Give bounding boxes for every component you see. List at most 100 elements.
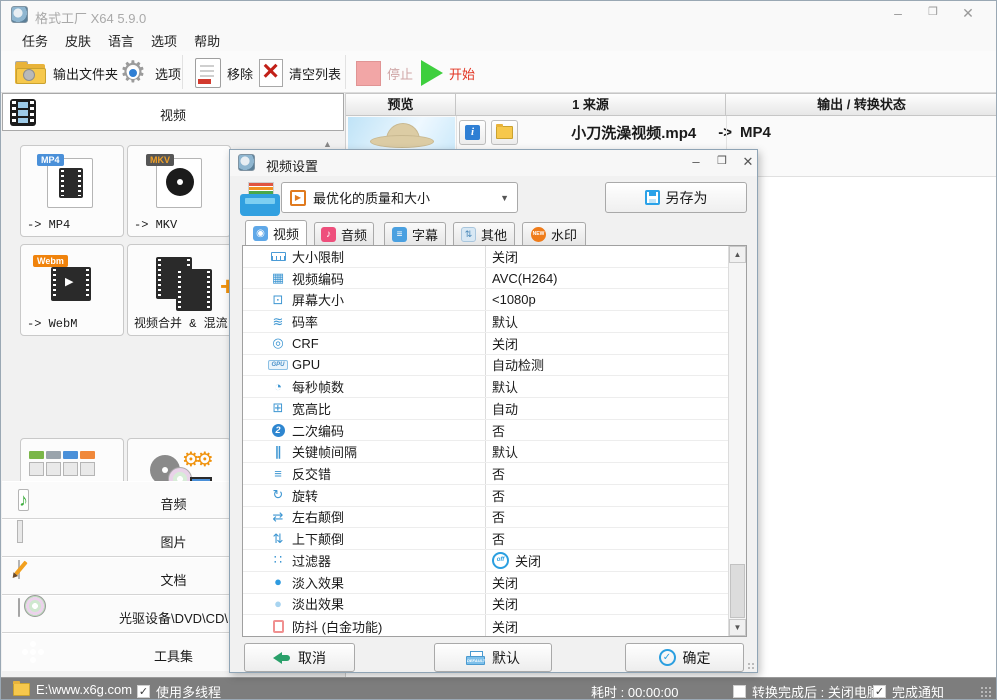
setting-row-flip-horizontal[interactable]: ⇄ 左右颠倒 否: [243, 507, 746, 529]
setting-row-aspect-ratio[interactable]: ⊞ 宽高比 自动: [243, 398, 746, 420]
reel-icon: [166, 168, 194, 196]
atom-icon: ◎: [272, 335, 284, 351]
preview-thumbnail[interactable]: [348, 117, 455, 149]
chevron-down-icon: ▼: [500, 192, 509, 203]
sidebar-section-video[interactable]: 视频: [2, 93, 344, 131]
dialog-resize-grip[interactable]: [747, 662, 755, 670]
settings-table: 大小限制 关闭 ▦ 视频编码 AVC(H264) ⊡ 屏幕大小 <1080p ≋…: [242, 245, 747, 637]
cancel-button[interactable]: 取消: [244, 643, 355, 672]
clear-list-label: 清空列表: [289, 66, 342, 82]
card-to-mkv[interactable]: MKV -> MKV: [127, 145, 231, 237]
start-label: 开始: [449, 66, 476, 82]
options-button[interactable]: ⚙ 选项: [117, 57, 181, 89]
setting-row-gpu[interactable]: GPU GPU 自动检测: [243, 355, 746, 377]
cards-scroll-up-icon[interactable]: ▲: [323, 139, 332, 149]
column-header-preview[interactable]: 预览: [346, 93, 456, 116]
preset-film-icon: ▶: [290, 189, 306, 206]
gears-icon: ⚙⚙: [182, 449, 214, 471]
dialog-close-button[interactable]: ✕: [737, 154, 759, 172]
format-badges-icon: [29, 451, 95, 459]
setting-row-size-limit[interactable]: 大小限制 关闭: [243, 246, 746, 268]
default-button[interactable]: DEFAULT 默认: [434, 643, 552, 672]
dialog-title-bar[interactable]: 视频设置 – ❒ ✕: [230, 150, 757, 176]
column-header-output-status[interactable]: 输出 / 转换状态: [726, 93, 996, 116]
setting-row-deinterlace[interactable]: ≡ 反交错 否: [243, 463, 746, 485]
menu-bar: 任务 皮肤 语言 选项 帮助: [1, 29, 996, 51]
output-folder-button[interactable]: 输出文件夹: [15, 57, 118, 89]
ok-button[interactable]: ✓ 确定: [625, 643, 744, 672]
minimize-button[interactable]: –: [886, 5, 910, 25]
setting-row-flip-vertical[interactable]: ⇅ 上下颠倒 否: [243, 528, 746, 551]
multithread-option[interactable]: ✓ 使用多线程: [137, 682, 221, 699]
clear-list-button[interactable]: × 清空列表: [257, 55, 342, 89]
film-strip-icon: [176, 269, 212, 311]
stop-icon: [356, 60, 381, 86]
subtitle-tab-icon: ≡: [391, 226, 407, 242]
setting-row-keyframe-interval[interactable]: ∥ 关键帧间隔 默认: [243, 441, 746, 464]
tab-label: 其他: [480, 227, 507, 243]
dialog-maximize-button[interactable]: ❒: [711, 154, 733, 172]
setting-row-fade-out[interactable]: ● 淡出效果 关闭: [243, 594, 746, 616]
shutdown-checkbox[interactable]: [733, 685, 746, 698]
video-settings-dialog: 视频设置 – ❒ ✕ ▶ 最优化的质量和大小 ▼ 另存为 ◉ 视频 ♪ 音频 ≡…: [229, 149, 758, 673]
stop-button[interactable]: 停止: [356, 57, 413, 89]
other-tab-icon: ⇅: [460, 226, 476, 242]
tab-video[interactable]: ◉ 视频: [245, 220, 307, 245]
remove-button[interactable]: 移除: [195, 57, 253, 89]
rotate-icon: ↻: [272, 487, 284, 503]
video-section-label: 视频: [159, 108, 186, 123]
film-strip-icon: [59, 168, 83, 198]
scroll-down-icon[interactable]: ▼: [729, 619, 746, 636]
card-to-mp4[interactable]: MP4 -> MP4: [20, 145, 124, 237]
column-header-source[interactable]: 1 来源: [456, 93, 726, 116]
notify-checkbox[interactable]: ✓: [873, 685, 886, 698]
setting-row-fade-in[interactable]: ● 淡入效果 关闭: [243, 572, 746, 594]
target-format: MP4: [739, 124, 771, 141]
preset-dropdown[interactable]: ▶ 最优化的质量和大小 ▼: [281, 182, 518, 213]
setting-row-rotate[interactable]: ↻ 旋转 否: [243, 485, 746, 507]
maximize-button[interactable]: ❒: [921, 5, 945, 25]
menu-language[interactable]: 语言: [105, 29, 137, 52]
card-label: -> MKV: [134, 218, 178, 232]
card-to-webm[interactable]: ▶ Webm -> WebM: [20, 244, 124, 336]
table-scrollbar[interactable]: ▲ ▼: [728, 246, 746, 636]
default-printer-icon: DEFAULT: [466, 650, 485, 665]
setting-row-fps[interactable]: ◔ 每秒帧数 默认: [243, 376, 746, 399]
menu-help[interactable]: 帮助: [191, 29, 223, 52]
tab-subtitle[interactable]: ≡ 字幕: [384, 222, 446, 245]
menu-skin[interactable]: 皮肤: [62, 29, 94, 52]
output-path-item[interactable]: E:\www.x6g.com: [13, 681, 132, 697]
card-label: 视频合并 & 混流: [134, 317, 228, 331]
app-logo-icon: [11, 6, 28, 23]
start-button[interactable]: 开始: [421, 57, 475, 89]
mp4-badge: MP4: [37, 154, 64, 166]
shutdown-option[interactable]: 转换完成后 : 关闭电脑: [733, 682, 880, 699]
tab-audio[interactable]: ♪ 音频: [314, 222, 374, 245]
menu-options[interactable]: 选项: [148, 29, 180, 52]
setting-row-video-encode[interactable]: ▦ 视频编码 AVC(H264): [243, 268, 746, 290]
source-line: 小刀洗澡视频.mp4 -> MP4: [456, 122, 886, 143]
setting-row-bitrate[interactable]: ≋ 码率 默认: [243, 311, 746, 333]
setting-row-crf[interactable]: ◎ CRF 关闭: [243, 333, 746, 355]
tab-watermark[interactable]: NEW 水印: [522, 222, 586, 245]
scroll-thumb[interactable]: [730, 564, 745, 618]
window-resize-grip[interactable]: [980, 686, 992, 698]
setting-row-stabilize[interactable]: 防抖 (白金功能) 关闭: [243, 615, 746, 637]
dialog-minimize-button[interactable]: –: [685, 154, 707, 172]
multithread-checkbox[interactable]: ✓: [137, 685, 150, 698]
save-as-button[interactable]: 另存为: [605, 182, 747, 213]
flip-horizontal-icon: ⇄: [272, 508, 284, 524]
tab-label: 音频: [340, 227, 367, 243]
setting-row-filter[interactable]: ∷ 过滤器 off 关闭: [243, 550, 746, 572]
mkv-badge: MKV: [146, 154, 174, 166]
card-label: -> WebM: [27, 317, 78, 331]
tab-other[interactable]: ⇅ 其他: [453, 222, 515, 245]
menu-task[interactable]: 任务: [19, 29, 51, 52]
close-button[interactable]: ✕: [956, 5, 980, 25]
column-label: 1 来源: [572, 97, 609, 112]
setting-row-screen-size[interactable]: ⊡ 屏幕大小 <1080p: [243, 289, 746, 312]
setting-row-two-pass[interactable]: 2 二次编码 否: [243, 420, 746, 442]
waves-icon: ≋: [272, 313, 284, 329]
scroll-up-icon[interactable]: ▲: [729, 246, 746, 263]
notify-option[interactable]: ✓ 完成通知: [873, 682, 944, 699]
